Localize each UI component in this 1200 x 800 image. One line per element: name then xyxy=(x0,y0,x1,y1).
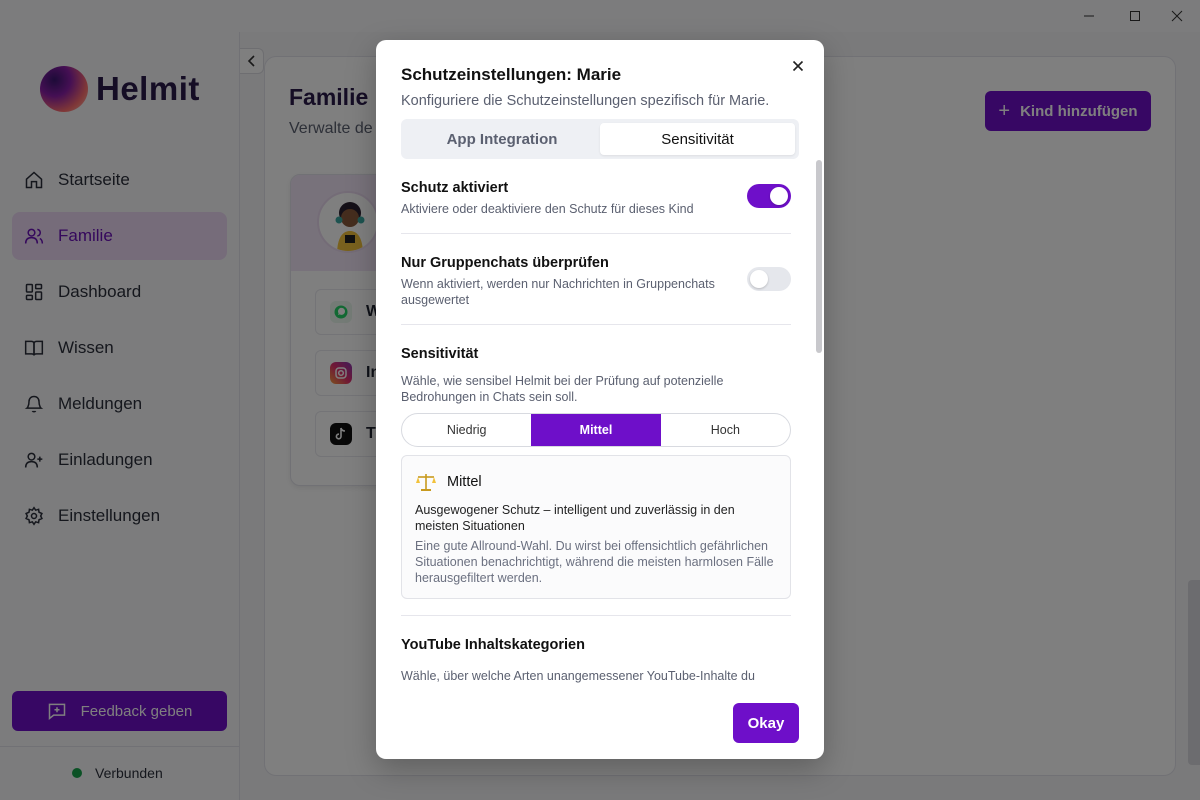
dialog-subtitle: Konfiguriere die Schutzeinstellungen spe… xyxy=(401,93,770,109)
sensitivity-option-hoch[interactable]: Hoch xyxy=(661,414,790,446)
tab-app-integration[interactable]: App Integration xyxy=(405,123,599,155)
sensitivity-selector: Niedrig Mittel Hoch xyxy=(401,413,791,447)
toggle-knob xyxy=(770,187,788,205)
protection-description: Aktiviere oder deaktiviere den Schutz fü… xyxy=(401,202,694,216)
divider xyxy=(401,324,791,325)
okay-button[interactable]: Okay xyxy=(733,703,799,743)
sensitivity-option-niedrig[interactable]: Niedrig xyxy=(402,414,531,446)
protection-toggle[interactable] xyxy=(747,184,791,208)
protection-settings-dialog: Schutzeinstellungen: Marie Konfiguriere … xyxy=(376,40,824,759)
sensitivity-info-box: Mittel Ausgewogener Schutz – intelligent… xyxy=(401,455,791,599)
divider xyxy=(401,615,791,616)
divider xyxy=(401,233,791,234)
youtube-description: Wähle, über welche Arten unangemessener … xyxy=(401,669,755,683)
group-only-title: Nur Gruppenchats überprüfen xyxy=(401,255,609,271)
youtube-title: YouTube Inhaltskategorien xyxy=(401,637,585,653)
protection-title: Schutz aktiviert xyxy=(401,180,509,196)
info-heading: Mittel xyxy=(415,472,482,492)
sensitivity-option-mittel[interactable]: Mittel xyxy=(531,414,661,446)
sensitivity-title: Sensitivität xyxy=(401,346,479,362)
group-only-description: Wenn aktiviert, werden nur Nachrichten i… xyxy=(401,277,715,307)
tab-sensitivitaet[interactable]: Sensitivität xyxy=(600,123,795,155)
close-icon[interactable] xyxy=(788,56,808,76)
info-title: Mittel xyxy=(447,474,482,490)
dialog-tabs: App Integration Sensitivität xyxy=(401,119,799,159)
toggle-knob xyxy=(750,270,768,288)
sensitivity-description: Wähle, wie sensibel Helmit bei der Prüfu… xyxy=(401,374,724,404)
dialog-title: Schutzeinstellungen: Marie xyxy=(401,65,622,84)
group-only-toggle[interactable] xyxy=(747,267,791,291)
info-main-text: Ausgewogener Schutz – intelligent und zu… xyxy=(415,503,735,533)
scale-icon xyxy=(416,474,436,491)
info-extra-text: Eine gute Allround-Wahl. Du wirst bei of… xyxy=(415,539,774,585)
dialog-scrollbar[interactable] xyxy=(816,160,822,353)
dialog-scroll-area[interactable]: Schutz aktiviert Aktiviere oder deaktivi… xyxy=(376,160,824,690)
